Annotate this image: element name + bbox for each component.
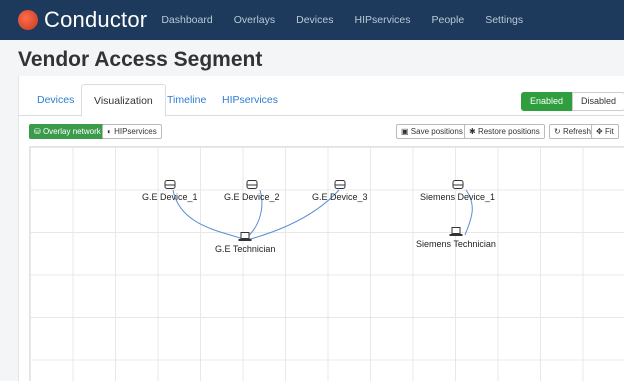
status-toggle: Enabled Disabled xyxy=(520,92,624,111)
nav-hipservices[interactable]: HIPservices xyxy=(354,14,410,26)
fit-label: Fit xyxy=(604,127,614,136)
refresh-icon: ↻ xyxy=(554,127,561,136)
main-nav: Dashboard Overlays Devices HIPservices P… xyxy=(161,14,544,26)
brand[interactable]: Conductor xyxy=(18,7,147,33)
network-graph[interactable]: G.E Device_1 G.E Device_2 G.E Device_3 S… xyxy=(29,146,624,381)
restore-positions-button[interactable]: ✱ Restore positions xyxy=(464,124,545,139)
node-label: G.E Technician xyxy=(215,244,276,254)
app-name: Conductor xyxy=(44,7,148,32)
disabled-button[interactable]: Disabled xyxy=(571,92,624,111)
node-label: Siemens Technician xyxy=(416,239,496,249)
node-ge-device-2[interactable]: G.E Device_2 xyxy=(224,180,280,202)
hipservices-view-button[interactable]: ◐ HIPservices xyxy=(102,124,162,139)
tab-visualization[interactable]: Visualization xyxy=(81,84,166,117)
tab-devices[interactable]: Devices xyxy=(25,84,86,116)
asterisk-icon: ✱ xyxy=(469,127,476,136)
device-icon xyxy=(334,180,346,189)
top-navbar: Conductor Dashboard Overlays Devices HIP… xyxy=(0,0,624,40)
restore-positions-label: Restore positions xyxy=(477,127,540,136)
refresh-label: Refresh xyxy=(562,127,591,136)
network-icon: ⛁ xyxy=(34,127,41,136)
segment-panel: Devices Visualization Timeline HIPservic… xyxy=(18,76,624,381)
node-ge-device-1[interactable]: G.E Device_1 xyxy=(142,180,198,202)
laptop-icon xyxy=(449,227,463,236)
fit-button[interactable]: ✥ Fit xyxy=(591,124,619,139)
nav-settings[interactable]: Settings xyxy=(485,14,523,26)
node-label: G.E Device_2 xyxy=(224,192,280,202)
page-title: Vendor Access Segment xyxy=(18,48,263,71)
node-label: G.E Device_1 xyxy=(142,192,198,202)
hipservices-view-label: HIPservices xyxy=(114,127,157,136)
node-siemens-device-1[interactable]: Siemens Device_1 xyxy=(420,180,495,202)
node-label: Siemens Device_1 xyxy=(420,192,496,202)
refresh-button[interactable]: ↻ Refresh xyxy=(549,124,596,139)
node-siemens-technician[interactable]: Siemens Technician xyxy=(416,227,496,249)
save-icon: ▣ xyxy=(401,127,409,136)
left-gutter xyxy=(0,76,8,381)
overlay-network-label: Overlay network xyxy=(42,127,101,136)
conductor-logo-icon xyxy=(18,10,38,30)
node-ge-technician[interactable]: G.E Technician xyxy=(215,232,275,254)
node-label: G.E Device_3 xyxy=(312,192,368,202)
tab-bar: Devices Visualization Timeline HIPservic… xyxy=(19,84,624,117)
nav-devices[interactable]: Devices xyxy=(296,14,333,26)
save-positions-button[interactable]: ▣ Save positions xyxy=(396,124,468,139)
nav-overlays[interactable]: Overlays xyxy=(234,14,275,26)
nav-people[interactable]: People xyxy=(432,14,465,26)
save-positions-label: Save positions xyxy=(410,127,463,136)
tab-timeline[interactable]: Timeline xyxy=(155,84,218,116)
device-icon xyxy=(246,180,258,189)
laptop-icon xyxy=(238,232,252,241)
node-ge-device-3[interactable]: G.E Device_3 xyxy=(312,180,368,202)
move-icon: ✥ xyxy=(596,127,603,136)
device-icon xyxy=(164,180,176,189)
nav-dashboard[interactable]: Dashboard xyxy=(161,14,212,26)
device-icon xyxy=(452,180,464,189)
enabled-button[interactable]: Enabled xyxy=(520,92,572,111)
shield-icon: ◐ xyxy=(107,127,112,136)
overlay-network-button[interactable]: ⛁ Overlay network xyxy=(29,124,106,139)
tab-hipservices[interactable]: HIPservices xyxy=(210,84,290,116)
